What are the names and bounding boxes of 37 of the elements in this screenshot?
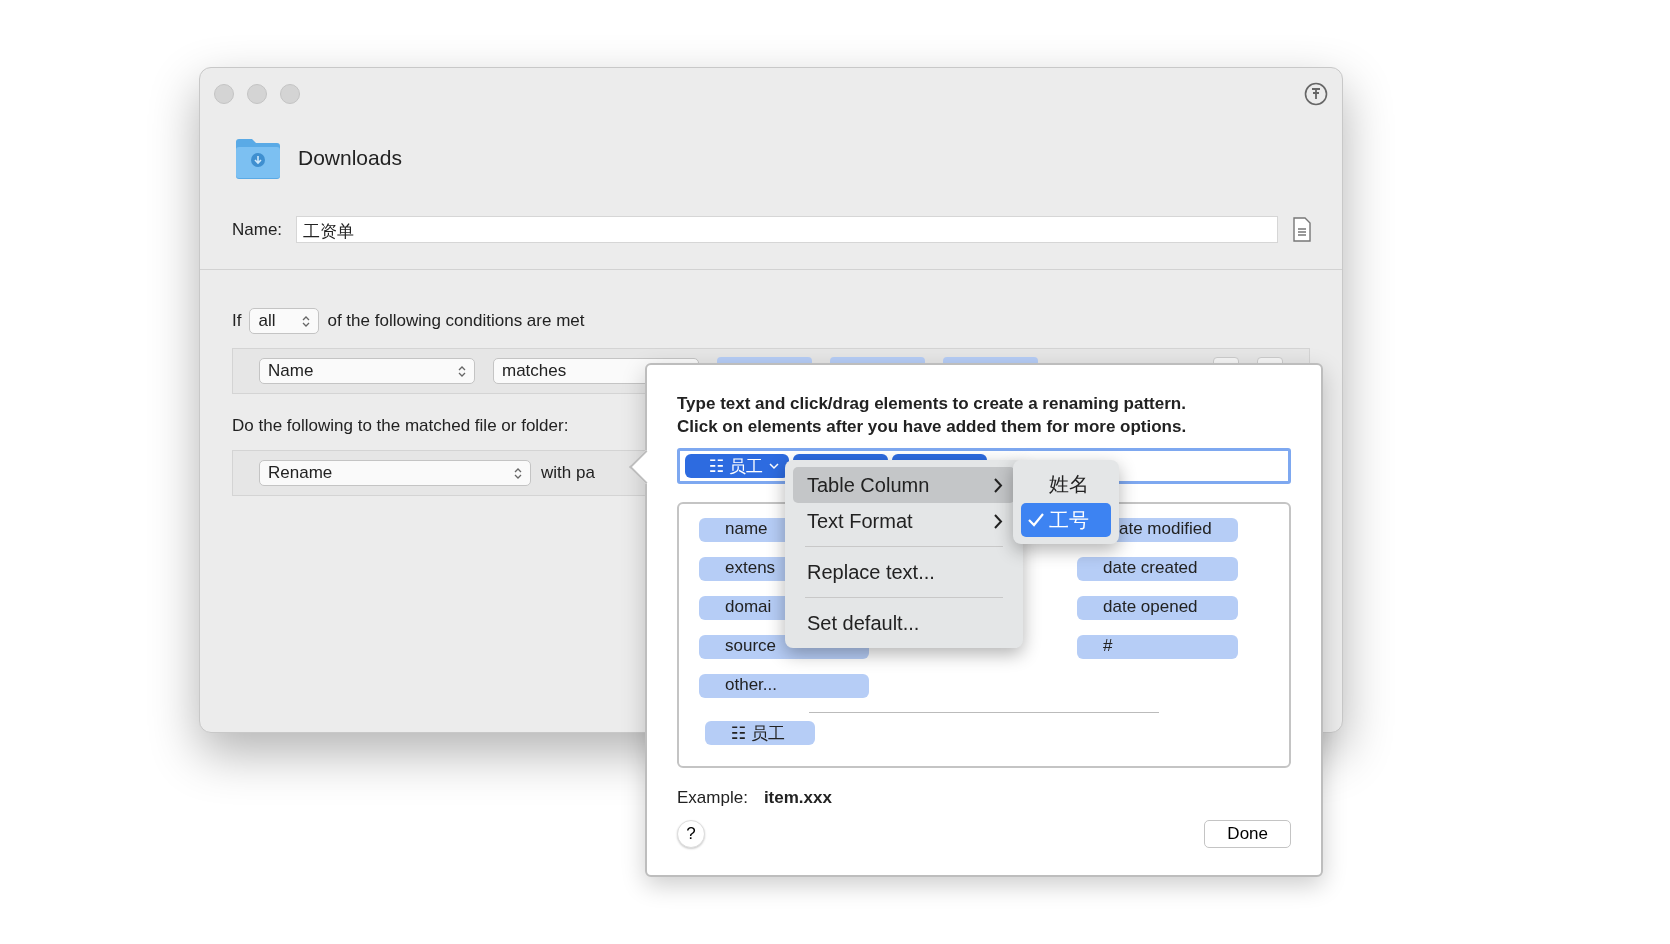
element-token[interactable]: other... [699, 674, 869, 698]
if-label: If [232, 311, 242, 331]
chevron-right-icon [994, 477, 1003, 493]
conditions-label: of the following conditions are met [327, 311, 585, 331]
updown-arrows-icon [302, 314, 311, 328]
example-label: Example: [677, 788, 748, 808]
instruction-text: Click on elements after you have added them for more options. [677, 416, 1188, 438]
updown-arrows-icon [514, 466, 522, 480]
updown-arrows-icon [458, 364, 466, 378]
done-button[interactable]: Done [1204, 820, 1291, 848]
element-token[interactable]: date opened [1077, 596, 1238, 620]
attribute-popup[interactable]: Name [259, 358, 475, 384]
instruction-text: Type text and click/drag elements to create a renaming pattern. [677, 393, 1187, 415]
help-button[interactable]: ? [677, 820, 705, 848]
with-pattern-label: with pa [541, 463, 595, 483]
name-field[interactable]: 工资单 [296, 216, 1278, 243]
close-button[interactable] [214, 84, 234, 104]
zoom-button[interactable] [280, 84, 300, 104]
minimize-button[interactable] [247, 84, 267, 104]
name-label: Name: [232, 219, 283, 240]
checkmark-icon [1027, 512, 1045, 528]
actions-label: Do the following to the matched file or folder: [232, 416, 569, 436]
chevron-down-icon [768, 462, 779, 470]
document-icon[interactable] [1292, 217, 1312, 242]
submenu-item[interactable]: 工号 [1021, 503, 1111, 537]
menu-item[interactable]: Table Column [793, 467, 1015, 503]
pin-icon[interactable] [1304, 82, 1328, 106]
chevron-right-icon [994, 513, 1003, 529]
pattern-token[interactable]: ☷ 员工 [685, 454, 789, 478]
element-token[interactable]: # [1077, 635, 1238, 659]
folder-icon [234, 136, 282, 180]
element-token[interactable]: date created [1077, 557, 1238, 581]
example-value: item.xxx [763, 788, 832, 808]
quantifier-popup[interactable]: all [249, 308, 320, 334]
folder-title: Downloads [298, 146, 402, 170]
action-popup[interactable]: Rename [259, 460, 531, 486]
element-token[interactable]: ☷ 员工 [705, 721, 815, 745]
